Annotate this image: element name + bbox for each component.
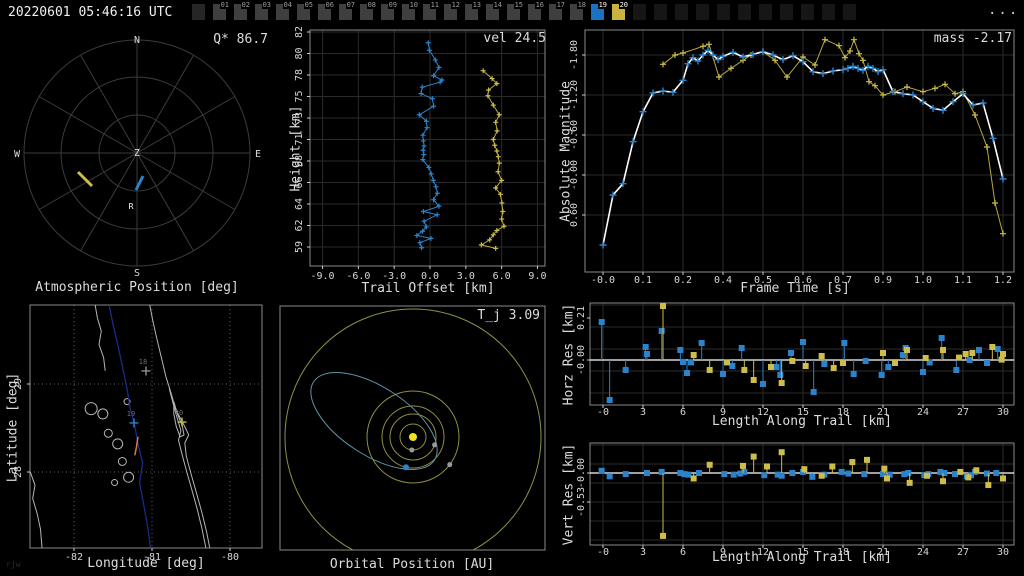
trail-series — [414, 40, 507, 251]
trail-y-axis-label: Height [km] — [288, 105, 304, 192]
mag-y-axis-label: Absolute Magnitude — [558, 81, 574, 222]
tick-label: 6 — [680, 407, 686, 418]
orbit-panel — [279, 305, 546, 551]
earth-dot — [403, 464, 410, 471]
horz-residuals-series — [598, 303, 1006, 403]
watermark: rjw — [6, 560, 21, 569]
tick-label: W — [14, 149, 21, 160]
tick-label: 0.21 — [576, 306, 587, 330]
orbit-x-axis-label: Orbital Position [AU] — [329, 557, 495, 572]
tick-label: 30 — [997, 407, 1009, 418]
mag-stat-mass: mass -2.17 — [933, 31, 1012, 46]
tick-label: -0.0 — [591, 275, 615, 286]
tick-label: -0 — [597, 407, 609, 418]
tick-label: 82 — [294, 26, 305, 38]
horz-residuals: -0 3 6 9 12 15 18 21 24 27 300.21-0.00 — [576, 302, 1015, 418]
tick-label: 24 — [917, 407, 929, 418]
tick-label: N — [134, 35, 140, 46]
tick-label: 1.1 — [954, 275, 972, 286]
tick-label: -1.80 — [569, 40, 580, 70]
meteor-analysis-app: { "topbar": { "clock": "20220601 05:46:1… — [0, 0, 1024, 576]
vert-residuals-series — [598, 449, 1006, 539]
tick-label: 27 — [957, 547, 969, 558]
polar-plot: N E S W Z R — [14, 35, 261, 279]
tick-label: 0.2 — [674, 275, 692, 286]
planet-dot-mercury — [409, 447, 415, 453]
trail-x-axis-label: Trail Offset [km] — [361, 281, 495, 296]
tick-label: 18 — [139, 358, 147, 366]
vert-res-y-axis-label: Vert Res [km] — [561, 443, 577, 546]
tick-label: Z — [134, 148, 140, 159]
horz-res-y-axis-label: Horz Res [km] — [561, 303, 577, 406]
tick-label: S — [134, 268, 140, 279]
tick-label: 24 — [917, 547, 929, 558]
tick-label: 3 — [640, 407, 646, 418]
tick-label: 6 — [680, 547, 686, 558]
orbit-content — [284, 308, 542, 550]
map-x-axis-label: Longitude [deg] — [87, 556, 205, 571]
tick-label: 27 — [957, 407, 969, 418]
vert-res-x-axis-label: Length Along Trail [km] — [711, 550, 892, 565]
tick-label: 1.2 — [994, 275, 1012, 286]
tick-label: 80 — [294, 47, 305, 59]
orbit-stat-tj: T_j 3.09 — [477, 308, 540, 323]
map-y-axis-label: Latitude [deg] — [5, 372, 21, 483]
trail-offset-panel: -9.0 -6.0 -3.0 0.0 3.0 6.0 9.08280787573716866… — [294, 26, 546, 282]
tick-label: 62 — [294, 219, 305, 231]
tick-label: -0.00 — [576, 458, 587, 488]
map-content: 18 19 20 — [30, 305, 211, 548]
sun-dot — [409, 433, 417, 441]
planet-dot-venus — [432, 442, 438, 448]
tick-label: 59 — [294, 241, 305, 253]
tick-label: 78 — [294, 69, 305, 81]
tick-label: 1.0 — [914, 275, 932, 286]
magnitude-panel: -0.0 0.1 0.2 0.4 0.5 0.6 0.7 0.9 1.0 1.1 1.2-1.80-… — [569, 29, 1015, 286]
polar-stat-q: Q* 86.7 — [213, 32, 268, 47]
tick-label: 3 — [640, 547, 646, 558]
tick-label: 19 — [127, 410, 135, 418]
map-panel: -82 -81 -8029281819 20 — [13, 304, 263, 563]
tick-label: 0.1 — [634, 275, 652, 286]
polar-axis-title: Atmospheric Position [deg] — [35, 280, 239, 295]
tick-label: -0.00 — [576, 345, 587, 375]
tick-label: -0 — [597, 547, 609, 558]
tick-label: 30 — [997, 547, 1009, 558]
tick-label: 20 — [175, 409, 183, 417]
tick-label: -0.53 — [576, 487, 587, 517]
mag-x-axis-label: Frame Time [s] — [740, 281, 850, 296]
vert-residuals: -0 3 6 9 12 15 18 21 24 27 30-0.00-0.53 — [576, 442, 1015, 558]
tick-label: R — [129, 202, 134, 211]
trail-stat-vel: vel 24.5 — [483, 31, 546, 46]
planet-dot-mars — [447, 462, 453, 468]
tick-label: E — [255, 149, 261, 160]
horz-res-x-axis-label: Length Along Trail [km] — [711, 414, 892, 429]
